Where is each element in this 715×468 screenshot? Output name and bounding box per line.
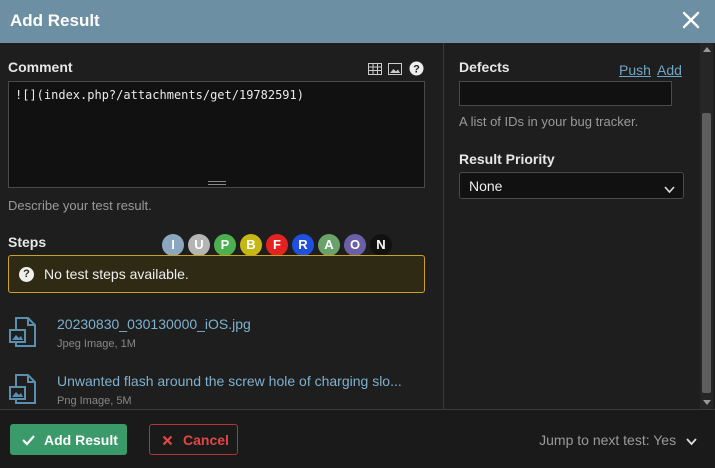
add-result-button[interactable]: Add Result [10, 424, 127, 455]
dialog-body: Comment ? ![](index.php?/attachments/get… [0, 43, 715, 409]
status-untested[interactable]: I [162, 234, 184, 256]
status-unknown[interactable]: U [188, 234, 210, 256]
attachment-item[interactable]: 20230830_030130000_iOS.jpg Jpeg Image, 1… [8, 316, 428, 356]
attachment-item[interactable]: Unwanted flash around the screw hole of … [8, 373, 428, 409]
scrollbar-thumb[interactable] [702, 113, 711, 393]
status-a[interactable]: A [318, 234, 340, 256]
defects-hint: A list of IDs in your bug tracker. [459, 114, 639, 129]
status-passed[interactable]: P [214, 234, 236, 256]
comment-textarea[interactable]: ![](index.php?/attachments/get/19782591) [8, 81, 425, 188]
table-icon[interactable] [368, 62, 382, 80]
check-icon [22, 433, 35, 451]
add-result-label: Add Result [44, 432, 118, 448]
jump-to-next-toggle[interactable]: Jump to next test: Yes [539, 432, 697, 449]
comment-hint: Describe your test result. [8, 198, 152, 213]
status-blocked[interactable]: B [240, 234, 262, 256]
cancel-button[interactable]: Cancel [149, 424, 238, 455]
image-file-icon [8, 373, 40, 409]
dialog-footer: Add Result Cancel Jump to next test: Yes [0, 409, 715, 468]
status-failed[interactable]: F [266, 234, 288, 256]
chevron-down-icon [664, 181, 675, 199]
steps-notice-text: No test steps available. [44, 266, 189, 282]
close-icon[interactable] [679, 8, 703, 32]
steps-label: Steps [8, 234, 47, 250]
attachment-name[interactable]: 20230830_030130000_iOS.jpg [57, 316, 251, 332]
column-divider [443, 43, 444, 409]
cancel-label: Cancel [183, 432, 229, 448]
help-icon[interactable]: ? [409, 61, 424, 81]
result-priority-select[interactable]: None [459, 172, 684, 199]
scroll-down-arrow[interactable] [703, 400, 711, 405]
image-file-icon [8, 316, 40, 353]
steps-notice: ? No test steps available. [8, 255, 425, 293]
defects-input[interactable] [459, 81, 672, 106]
vertical-scrollbar[interactable] [700, 43, 713, 409]
jump-label: Jump to next test: Yes [539, 432, 677, 448]
attachment-meta: Png Image, 5M [57, 395, 132, 407]
resize-handle[interactable] [208, 181, 226, 185]
result-priority-value: None [469, 178, 503, 194]
image-icon[interactable] [388, 62, 402, 80]
cancel-x-icon [162, 432, 173, 449]
defects-push-link[interactable]: Push [619, 62, 651, 78]
attachment-meta: Jpeg Image, 1M [57, 338, 136, 350]
result-priority-label: Result Priority [459, 151, 555, 167]
svg-text:?: ? [413, 64, 420, 76]
status-n[interactable]: N [370, 234, 392, 256]
defects-label: Defects [459, 59, 510, 75]
dialog-title: Add Result [10, 11, 100, 30]
defects-add-link[interactable]: Add [657, 62, 682, 78]
status-retest[interactable]: R [292, 234, 314, 256]
comment-text: ![](index.php?/attachments/get/19782591) [15, 88, 304, 102]
chevron-down-icon [686, 433, 697, 449]
comment-label: Comment [8, 59, 73, 75]
dialog-titlebar: Add Result [0, 0, 715, 43]
question-icon: ? [19, 267, 34, 282]
attachment-name[interactable]: Unwanted flash around the screw hole of … [57, 373, 402, 389]
status-o[interactable]: O [344, 234, 366, 256]
scroll-up-arrow[interactable] [703, 47, 711, 52]
